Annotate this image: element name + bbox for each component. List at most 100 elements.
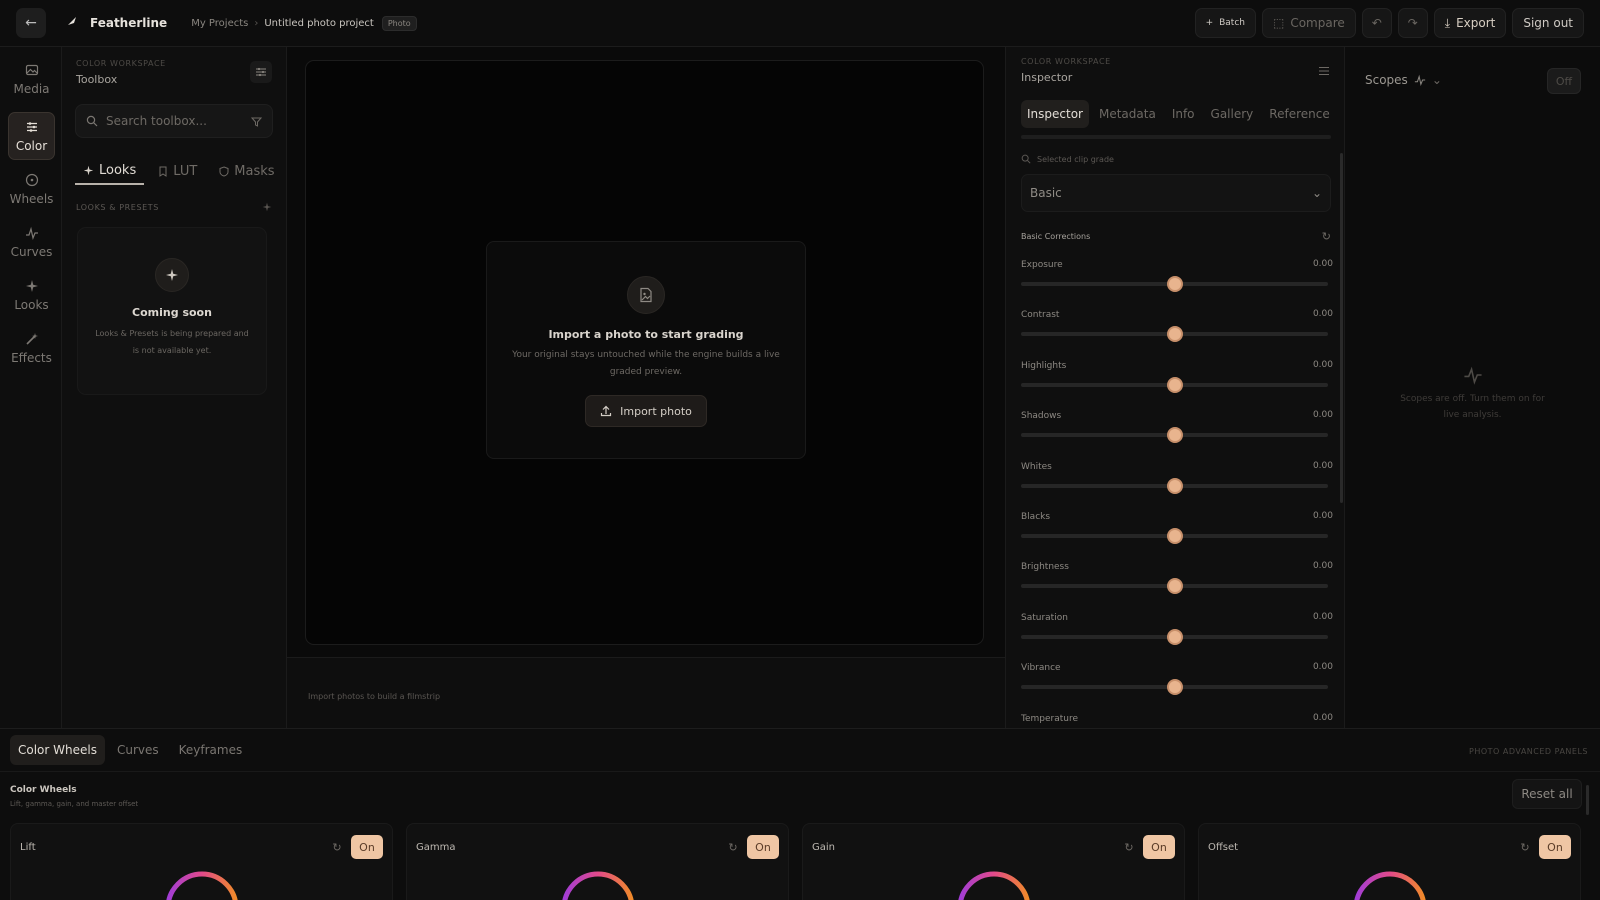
reset-icon[interactable]: ↻ — [1322, 230, 1331, 243]
tab-curves[interactable]: Curves — [109, 735, 167, 765]
toolbox-search[interactable]: Search toolbox... — [75, 104, 273, 138]
slider-thumb[interactable] — [1166, 326, 1183, 343]
preview-canvas[interactable]: Import a photo to start grading Your ori… — [305, 60, 984, 645]
slider-thumb[interactable] — [1166, 679, 1183, 696]
inspector-header: COLOR WORKSPACE Inspector — [1021, 57, 1111, 84]
slider-value[interactable]: 0.00 — [1313, 662, 1333, 672]
rail-item-curves[interactable]: Curves — [8, 218, 55, 266]
slider-value[interactable]: 0.00 — [1313, 309, 1333, 319]
pulse-icon — [25, 226, 38, 240]
slider-label: Brightness — [1021, 562, 1069, 573]
slider-thumb[interactable] — [1166, 427, 1183, 444]
slider-value[interactable]: 0.00 — [1313, 461, 1333, 471]
wheel-toggle[interactable]: On — [1539, 835, 1571, 859]
tab-info[interactable]: Info — [1166, 100, 1201, 128]
sparkle-icon[interactable] — [262, 202, 272, 212]
top-actions: + Batch ⬚ Compare ↶ ↷ ⤓ Export Sign out — [1194, 8, 1584, 38]
tab-color-wheels[interactable]: Color Wheels — [10, 735, 105, 765]
slider-value[interactable]: 0.00 — [1313, 360, 1333, 370]
tab-inspector[interactable]: Inspector — [1021, 100, 1089, 128]
tab-reference[interactable]: Reference — [1263, 100, 1335, 128]
wheel-toggle[interactable]: On — [1143, 835, 1175, 859]
slider-thumb[interactable] — [1166, 276, 1183, 292]
color-wheels-subtitle: Lift, gamma, gain, and master offset — [10, 800, 139, 808]
bottom-scrollbar[interactable] — [1586, 785, 1589, 815]
inspector-scrollbar[interactable] — [1340, 153, 1343, 503]
slider-value[interactable]: 0.00 — [1313, 713, 1333, 723]
rail-item-looks[interactable]: Looks — [8, 271, 55, 319]
tab-masks[interactable]: Masks — [211, 157, 282, 185]
reset-all-button[interactable]: Reset all — [1512, 779, 1582, 809]
inspector-panel: COLOR WORKSPACE Inspector Inspector Meta… — [1005, 47, 1345, 728]
filter-icon[interactable] — [251, 116, 262, 127]
scopes-header[interactable]: Scopes ⌄ — [1365, 73, 1442, 87]
compare-button[interactable]: ⬚ Compare — [1261, 8, 1356, 38]
tab-lut[interactable]: LUT — [150, 157, 205, 185]
scopes-toggle[interactable]: Off — [1547, 68, 1581, 94]
slider-thumb[interactable] — [1166, 477, 1183, 494]
color-wheel[interactable] — [162, 868, 242, 900]
search-input[interactable]: Search toolbox... — [106, 114, 207, 128]
rail-item-wheels[interactable]: Wheels — [8, 165, 55, 213]
rail-item-effects[interactable]: Effects — [8, 324, 55, 372]
slider-value[interactable]: 0.00 — [1313, 410, 1333, 420]
slider-thumb[interactable] — [1166, 528, 1183, 544]
slider-value[interactable]: 0.00 — [1313, 259, 1333, 269]
slider-thumb[interactable] — [1166, 628, 1183, 645]
batch-button[interactable]: + Batch — [1194, 8, 1256, 38]
slider-blacks: Blacks 0.00 — [1021, 511, 1333, 554]
sign-out-button[interactable]: Sign out — [1512, 8, 1584, 38]
rail-item-media[interactable]: Media — [8, 55, 55, 103]
tab-looks[interactable]: Looks — [75, 157, 145, 185]
color-wheel[interactable] — [558, 868, 638, 900]
back-button[interactable]: ← — [16, 8, 46, 38]
list-icon[interactable] — [1318, 65, 1330, 79]
slider-thumb[interactable] — [1166, 578, 1183, 595]
import-photo-button[interactable]: Import photo — [585, 395, 707, 427]
wheel-toggle[interactable]: On — [351, 835, 383, 859]
tab-label: Masks — [234, 163, 275, 179]
color-wheel[interactable] — [1350, 868, 1430, 900]
wheel-card-gain: Gain ↻ On — [802, 823, 1185, 900]
slider-whites: Whites 0.00 — [1021, 461, 1333, 504]
toolbox-header: COLOR WORKSPACE Toolbox — [76, 59, 166, 86]
wand-icon — [25, 332, 38, 345]
undo-button[interactable]: ↶ — [1361, 8, 1392, 38]
wheel-label: Gain — [812, 842, 835, 853]
slider-highlights: Highlights 0.00 — [1021, 360, 1333, 403]
tab-keyframes[interactable]: Keyframes — [171, 735, 251, 765]
compare-icon: ⬚ — [1272, 16, 1285, 30]
upload-icon — [601, 405, 612, 417]
tab-metadata[interactable]: Metadata — [1093, 100, 1162, 128]
mode-select[interactable]: Basic ⌄ — [1021, 174, 1331, 212]
chevron-down-icon: ⌄ — [1311, 186, 1322, 200]
breadcrumb-root[interactable]: My Projects — [191, 18, 248, 29]
wheel-toggle[interactable]: On — [747, 835, 779, 859]
color-wheel[interactable] — [954, 868, 1034, 900]
rail-item-label: Curves — [10, 244, 53, 259]
selected-clip-label: Selected clip grade — [1037, 154, 1114, 164]
export-button[interactable]: ⤓ Export — [1433, 8, 1507, 38]
slider-value[interactable]: 0.00 — [1313, 511, 1333, 521]
bottom-tabs: Color Wheels Curves Keyframes — [10, 735, 250, 765]
reset-icon[interactable]: ↻ — [1122, 840, 1136, 854]
slider-label: Blacks — [1021, 512, 1051, 522]
reset-icon[interactable]: ↻ — [726, 840, 740, 854]
breadcrumb-current: Untitled photo project — [264, 17, 374, 29]
tab-scrollbar[interactable] — [1021, 135, 1331, 139]
toolbox-title: Toolbox — [76, 73, 118, 86]
toolbox-settings-button[interactable] — [250, 61, 272, 83]
reset-icon[interactable]: ↻ — [1518, 840, 1532, 854]
rail-item-color[interactable]: Color — [8, 112, 55, 160]
coming-soon-card: Coming soon Looks & Presets is being pre… — [77, 227, 267, 395]
rail-item-label: Looks — [14, 297, 49, 312]
tab-gallery[interactable]: Gallery — [1205, 100, 1260, 128]
reset-icon[interactable]: ↻ — [330, 840, 344, 854]
redo-button[interactable]: ↷ — [1397, 8, 1428, 38]
filmstrip-empty-text: Import photos to build a filmstrip — [308, 692, 441, 701]
slider-value[interactable]: 0.00 — [1313, 612, 1333, 622]
wheel-card-gamma: Gamma ↻ On — [406, 823, 789, 900]
slider-value[interactable]: 0.00 — [1313, 561, 1333, 571]
slider-vibrance: Vibrance 0.00 — [1021, 662, 1333, 705]
slider-thumb[interactable] — [1166, 376, 1183, 393]
